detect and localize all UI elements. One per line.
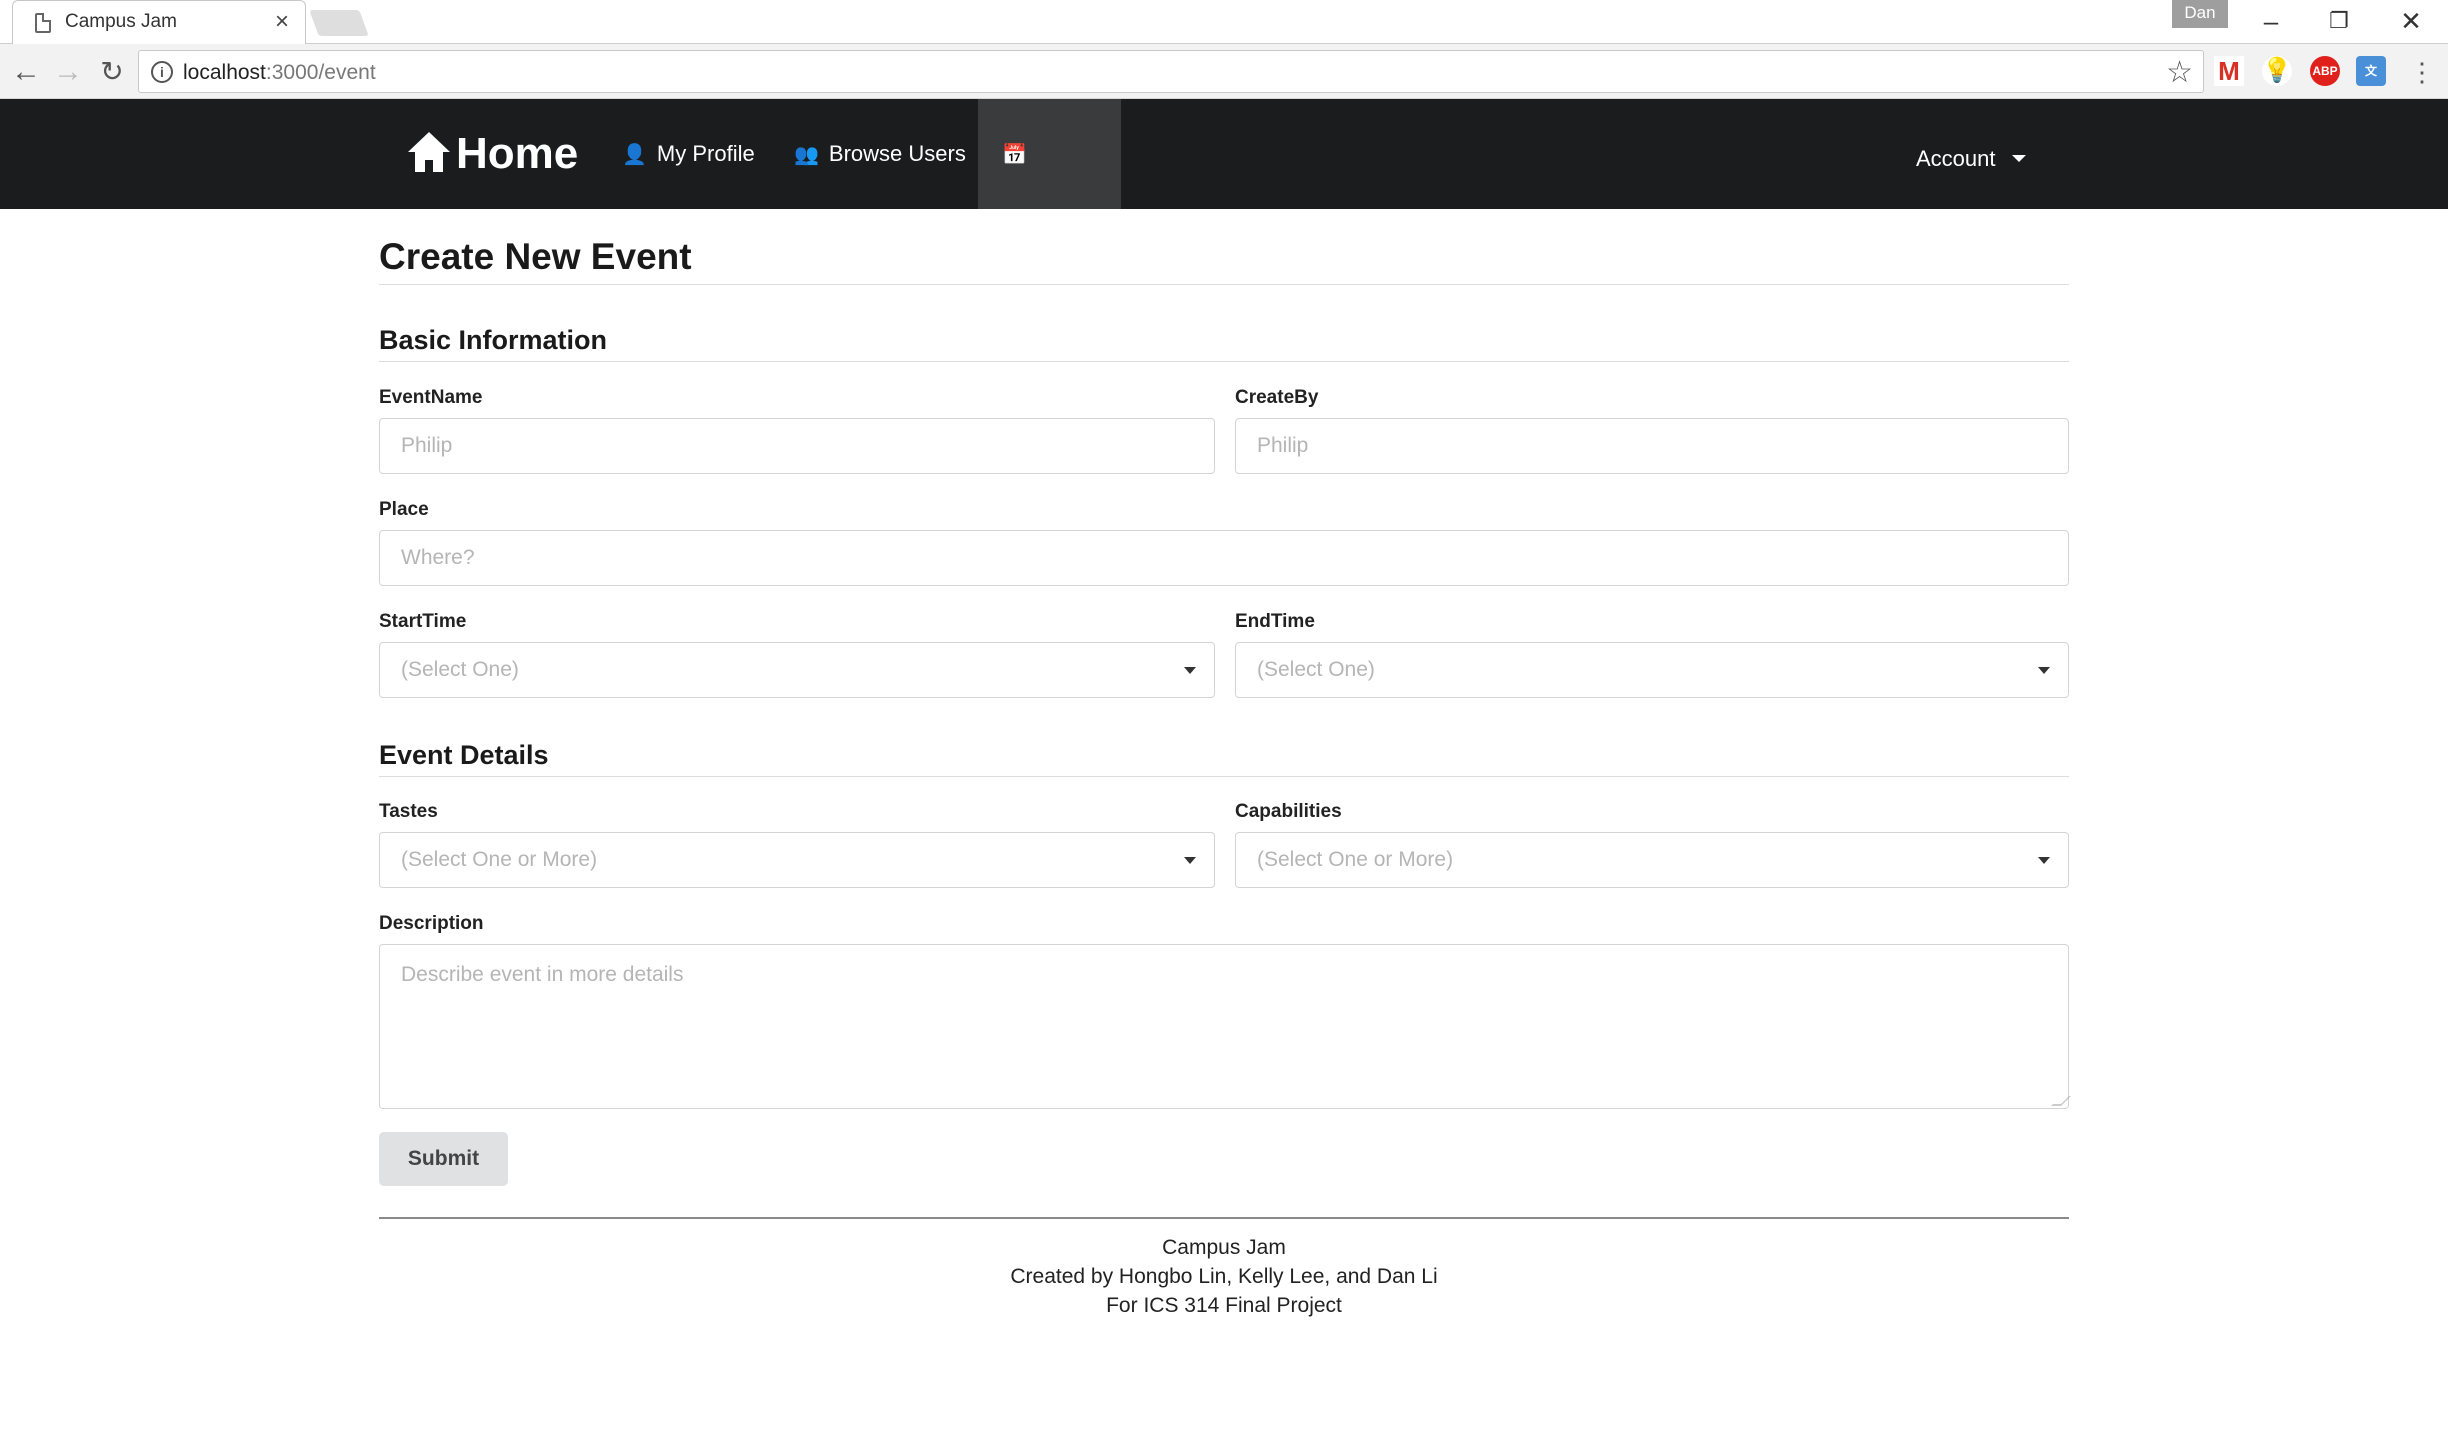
- close-window-icon[interactable]: ✕: [2388, 4, 2434, 38]
- browser-tab-strip: Campus Jam × Dan – ❐ ✕: [0, 0, 2448, 44]
- end-time-select[interactable]: (Select One): [1235, 642, 2069, 698]
- new-tab-button[interactable]: [309, 10, 369, 36]
- browser-tab[interactable]: Campus Jam ×: [12, 0, 306, 44]
- event-details-heading: Event Details: [379, 740, 549, 770]
- divider: [379, 284, 2069, 285]
- bookmark-star-icon[interactable]: ☆: [2166, 55, 2193, 90]
- event-name-label: EventName: [379, 387, 483, 408]
- dropdown-caret-icon: [1184, 857, 1196, 864]
- home-label: Home: [456, 129, 579, 178]
- footer-course: For ICS 314 Final Project: [1106, 1294, 1342, 1317]
- resize-handle-icon[interactable]: [2051, 1096, 2071, 1106]
- tastes-multiselect[interactable]: (Select One or More): [379, 832, 1215, 888]
- users-icon: 👥: [794, 144, 819, 166]
- created-by-label: CreateBy: [1235, 387, 1319, 408]
- menu-kebab-icon[interactable]: ⋮: [2402, 52, 2442, 92]
- reload-icon[interactable]: ↻: [92, 52, 132, 92]
- nav-my-profile[interactable]: 👤 My Profile: [598, 99, 779, 209]
- caret-down-icon: [2011, 155, 2026, 162]
- profile-badge[interactable]: Dan: [2172, 0, 2228, 28]
- home-link[interactable]: Home: [408, 129, 578, 179]
- nav-browse-users[interactable]: 👥 Browse Users: [770, 99, 990, 209]
- basic-info-heading: Basic Information: [379, 325, 608, 355]
- end-time-label: EndTime: [1235, 611, 1315, 632]
- nav-events[interactable]: 📅Events: [978, 99, 1121, 277]
- start-time-select[interactable]: (Select One): [379, 642, 1215, 698]
- tastes-label: Tastes: [379, 801, 438, 822]
- lightbulb-icon[interactable]: 💡: [2262, 56, 2292, 86]
- description-textarea[interactable]: Describe event in more details: [379, 944, 2071, 1109]
- calendar-icon: 📅: [1002, 144, 1027, 166]
- submit-button[interactable]: Submit: [379, 1132, 508, 1186]
- account-dropdown[interactable]: Account: [1916, 99, 2026, 217]
- dropdown-caret-icon: [1184, 667, 1196, 674]
- tab-title: Campus Jam: [65, 11, 177, 32]
- place-input[interactable]: Where?: [379, 530, 2069, 586]
- description-label: Description: [379, 913, 484, 934]
- forward-icon[interactable]: →: [48, 52, 88, 92]
- event-name-input[interactable]: Philip: [379, 418, 1215, 474]
- divider: [379, 776, 2069, 777]
- footer-app-name: Campus Jam: [1162, 1236, 1286, 1259]
- divider: [379, 361, 2069, 362]
- user-icon: 👤: [622, 144, 647, 166]
- close-tab-icon[interactable]: ×: [275, 8, 289, 36]
- footer-credits: Created by Hongbo Lin, Kelly Lee, and Da…: [1010, 1265, 1438, 1288]
- restore-icon[interactable]: ❐: [2316, 4, 2362, 38]
- site-navbar: Home 👤 My Profile 👥 Browse Users 📅Events A…: [0, 99, 2448, 277]
- page-icon: [35, 13, 51, 33]
- start-time-label: StartTime: [379, 611, 467, 632]
- capabilities-label: Capabilities: [1235, 801, 1342, 822]
- minimize-icon[interactable]: –: [2248, 4, 2294, 38]
- dropdown-caret-icon: [2038, 667, 2050, 674]
- url-text: localhost:3000/event: [183, 61, 376, 84]
- page-title: Create New Event: [379, 236, 692, 277]
- adblock-plus-icon[interactable]: ABP: [2310, 56, 2340, 86]
- info-icon[interactable]: i: [151, 61, 173, 83]
- back-icon[interactable]: ←: [6, 52, 46, 92]
- translate-icon[interactable]: 文: [2356, 56, 2386, 86]
- place-label: Place: [379, 499, 429, 520]
- gmail-icon[interactable]: M: [2214, 56, 2244, 86]
- created-by-input[interactable]: Philip: [1235, 418, 2069, 474]
- capabilities-multiselect[interactable]: (Select One or More): [1235, 832, 2069, 888]
- url-field[interactable]: i localhost:3000/event ☆: [138, 50, 2204, 93]
- address-bar-row: ← → ↻ i localhost:3000/event ☆ M 💡 ABP 文…: [0, 44, 2448, 99]
- dropdown-caret-icon: [2038, 857, 2050, 864]
- home-icon: [408, 132, 450, 172]
- page-footer: Campus Jam Created by Hongbo Lin, Kelly …: [379, 1217, 2069, 1320]
